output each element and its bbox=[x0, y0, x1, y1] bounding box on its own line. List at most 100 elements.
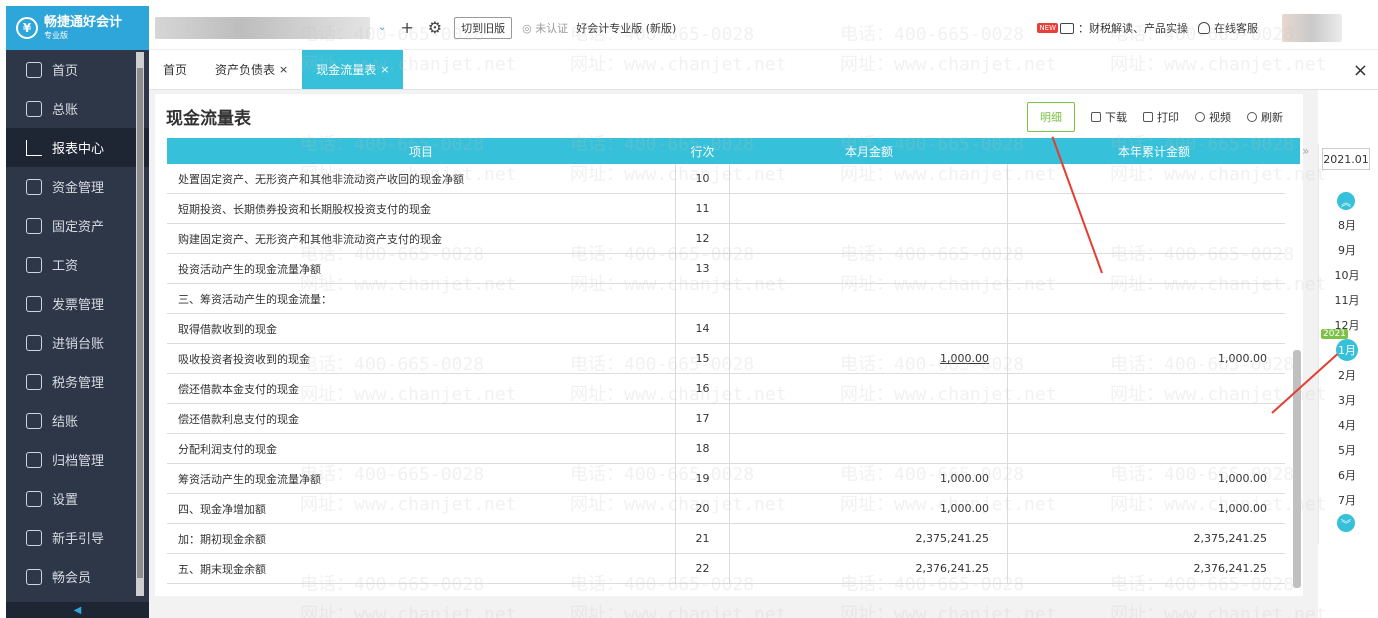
app-title: 畅捷通好会计 bbox=[44, 15, 123, 31]
month-item[interactable]: 4月 bbox=[1319, 412, 1375, 437]
table-row: 短期投资、长期债券投资和长期股权投资支付的现金 11 bbox=[167, 194, 1285, 224]
cell-line-text: 17 bbox=[695, 412, 710, 425]
table-row: 投资活动产生的现金流量净额 13 bbox=[167, 254, 1285, 284]
sidebar-scrollbar[interactable] bbox=[136, 52, 144, 596]
cell-month-amount: 2,375,241.25 bbox=[730, 524, 1008, 553]
cell-year-amount-text: 1,000.00 bbox=[1218, 502, 1267, 515]
month-item[interactable]: 3月 bbox=[1319, 387, 1375, 412]
cell-item: 投资活动产生的现金流量净额 bbox=[178, 254, 678, 283]
sidebar-item-7[interactable]: 进销台账 bbox=[6, 323, 149, 362]
add-icon[interactable]: + bbox=[400, 18, 413, 37]
close-tab-icon[interactable]: × bbox=[279, 63, 288, 76]
cell-month-amount[interactable]: 1,000.00 bbox=[730, 344, 1008, 373]
chevron-down-icon[interactable]: ⌄ bbox=[378, 22, 386, 33]
month-item[interactable]: 2月 bbox=[1319, 362, 1375, 387]
expand-panel-icon[interactable]: » bbox=[1302, 144, 1318, 164]
year-tag: 2021 bbox=[1321, 329, 1348, 339]
download-button[interactable]: 下载 bbox=[1091, 109, 1127, 125]
table-row: 加：期初现金余额 21 2,375,241.25 2,375,241.25 bbox=[167, 524, 1285, 554]
finance-tutorial-link[interactable]: ：财税解读、产品实操 bbox=[1078, 20, 1188, 36]
sidebar-item-3[interactable]: 资金管理 bbox=[6, 167, 149, 206]
month-item[interactable]: 5月 bbox=[1319, 437, 1375, 462]
sidebar-item-0[interactable]: 首页 bbox=[6, 50, 149, 89]
cell-month-amount bbox=[730, 404, 1008, 433]
month-item[interactable]: 2021 1月 bbox=[1319, 329, 1375, 362]
video-button[interactable]: 视频 bbox=[1195, 109, 1231, 125]
checkout-icon bbox=[26, 412, 42, 429]
sidebar-item-label: 新手引导 bbox=[52, 532, 105, 547]
month-item[interactable]: 10月 bbox=[1319, 262, 1375, 287]
cell-item-text: 筹资活动产生的现金流量净额 bbox=[178, 472, 321, 486]
sidebar-item-label: 结账 bbox=[52, 415, 79, 430]
chevron-up-icon[interactable]: ︽ bbox=[1337, 192, 1355, 210]
cell-line: 16 bbox=[675, 374, 730, 403]
gear-icon[interactable]: ⚙ bbox=[428, 18, 442, 37]
print-button[interactable]: 打印 bbox=[1143, 109, 1179, 125]
cell-line-text: 14 bbox=[695, 322, 710, 335]
close-tab-icon[interactable]: × bbox=[380, 63, 389, 76]
online-support-link[interactable]: 在线客服 bbox=[1214, 20, 1258, 36]
sidebar-collapse-button[interactable]: ◀ bbox=[6, 602, 149, 618]
period-display[interactable]: 2021.01 bbox=[1322, 148, 1370, 170]
sidebar-item-12[interactable]: 新手引导 bbox=[6, 518, 149, 557]
avatar[interactable] bbox=[1282, 14, 1342, 42]
switch-old-version-button[interactable]: 切到旧版 bbox=[454, 16, 513, 39]
month-item[interactable]: 9月 bbox=[1319, 237, 1375, 262]
company-selector[interactable] bbox=[155, 16, 370, 39]
sidebar-item-6[interactable]: 发票管理 bbox=[6, 284, 149, 323]
cell-year-amount bbox=[1008, 434, 1285, 463]
close-all-tabs-icon[interactable]: × bbox=[1353, 60, 1368, 81]
table-row: 偿还借款利息支付的现金 17 bbox=[167, 404, 1285, 434]
cell-year-amount: 1,000.00 bbox=[1008, 344, 1285, 373]
refresh-button[interactable]: 刷新 bbox=[1247, 109, 1283, 125]
cell-line: 19 bbox=[675, 464, 730, 493]
sidebar-item-13[interactable]: 畅会员 bbox=[6, 557, 149, 596]
cell-line-text: 15 bbox=[695, 352, 710, 365]
page-title: 现金流量表 bbox=[166, 109, 251, 129]
column-header-year: 本年累计金额 bbox=[1117, 144, 1190, 159]
cell-line: 20 bbox=[675, 494, 730, 523]
sidebar-item-10[interactable]: 归档管理 bbox=[6, 440, 149, 479]
sidebar-nav: 首页 总账报表中心资金管理 固定资产工资发票管理 进销台账 税务管理结账归档管理 设置新手… bbox=[6, 50, 149, 596]
table-row: 取得借款收到的现金 14 bbox=[167, 314, 1285, 344]
sidebar-item-8[interactable]: 税务管理 bbox=[6, 362, 149, 401]
sidebar-item-4[interactable]: 固定资产 bbox=[6, 206, 149, 245]
printer-icon bbox=[1143, 112, 1153, 122]
home-icon bbox=[26, 61, 42, 78]
chevron-down-icon[interactable]: ︾ bbox=[1337, 514, 1355, 532]
table-row: 处置固定资产、无形资产和其他非流动资产收回的现金净额 10 bbox=[167, 164, 1285, 194]
cell-item: 偿还借款本金支付的现金 bbox=[178, 374, 678, 403]
sidebar-item-1[interactable]: 总账 bbox=[6, 89, 149, 128]
cell-year-amount bbox=[1008, 224, 1285, 253]
cell-year-amount bbox=[1008, 194, 1285, 223]
cell-line: 15 bbox=[675, 344, 730, 373]
sidebar-item-2[interactable]: 报表中心 bbox=[6, 128, 149, 167]
month-item[interactable]: 8月 bbox=[1319, 212, 1375, 237]
detail-button[interactable]: 明细 bbox=[1027, 102, 1075, 132]
cell-month-amount bbox=[730, 254, 1008, 283]
sidebar-item-label: 工资 bbox=[52, 259, 79, 274]
refresh-label: 刷新 bbox=[1261, 111, 1283, 124]
cell-line-text: 19 bbox=[695, 472, 710, 485]
cell-line: 18 bbox=[675, 434, 730, 463]
uncertified-status: ◎ 未认证 bbox=[522, 21, 569, 35]
tab-2[interactable]: 现金流量表 × bbox=[302, 50, 404, 89]
sidebar-item-5[interactable]: 工资 bbox=[6, 245, 149, 284]
month-item[interactable]: 7月 bbox=[1319, 487, 1375, 512]
cell-item: 吸收投资者投资收到的现金 bbox=[178, 344, 678, 373]
month-item[interactable]: 6月 bbox=[1319, 462, 1375, 487]
cell-year-amount: 1,000.00 bbox=[1008, 494, 1285, 523]
tab-bar: 首页 资产负债表 × 现金流量表 × × bbox=[149, 50, 1378, 90]
app-logo[interactable]: ¥ 畅捷通好会计 专业版 bbox=[6, 6, 149, 50]
table-row: 分配利润支付的现金 18 bbox=[167, 434, 1285, 464]
tab-0[interactable]: 首页 bbox=[149, 50, 201, 89]
sidebar-item-9[interactable]: 结账 bbox=[6, 401, 149, 440]
month-item[interactable]: 11月 bbox=[1319, 287, 1375, 312]
cell-month-amount-text[interactable]: 1,000.00 bbox=[940, 352, 989, 365]
top-right-links: NEW ：财税解读、产品实操 在线客服 bbox=[1037, 6, 1378, 50]
tab-1[interactable]: 资产负债表 × bbox=[201, 50, 302, 89]
sidebar-item-11[interactable]: 设置 bbox=[6, 479, 149, 518]
month-label: 10月 bbox=[1334, 268, 1360, 282]
sidebar-scroll-thumb[interactable] bbox=[137, 68, 143, 578]
sidebar-item-label: 报表中心 bbox=[52, 142, 105, 157]
